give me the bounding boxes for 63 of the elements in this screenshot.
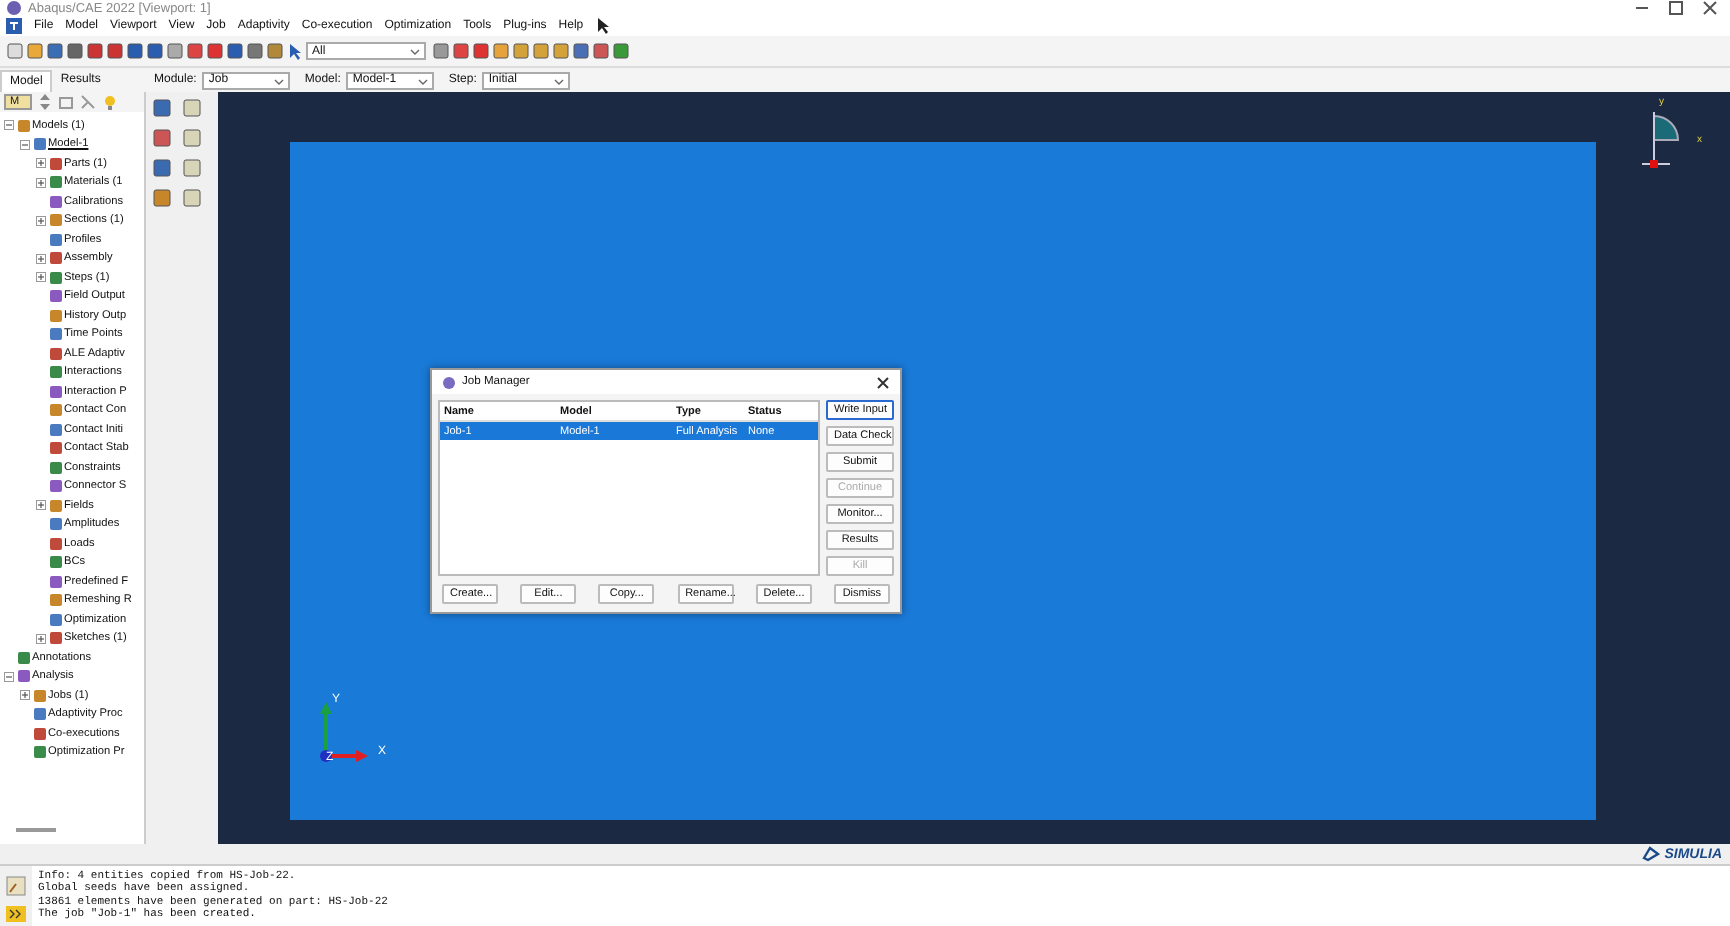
tree-node-icon (49, 556, 61, 569)
tree-node-icon (49, 214, 61, 227)
expand-toggle[interactable] (36, 158, 46, 169)
expand-toggle[interactable] (36, 253, 46, 264)
expand-toggle[interactable] (4, 120, 14, 131)
tree-node-icon (49, 366, 61, 379)
tree-node-icon (49, 594, 61, 607)
expand-toggle[interactable] (4, 671, 14, 682)
tree-node-icon (33, 727, 45, 740)
tree-node-icon (49, 442, 61, 455)
triad-drawing (318, 700, 370, 768)
tree-node-icon (49, 347, 61, 360)
tree-node-icon (49, 499, 61, 512)
command-icon[interactable] (6, 906, 26, 922)
tree-node-icon (33, 708, 45, 721)
dialog-icon (442, 375, 456, 389)
scroll-bar[interactable] (16, 828, 56, 832)
tree-node-icon (49, 632, 61, 645)
sort-icon[interactable] (38, 94, 52, 110)
tree-node-icon (49, 480, 61, 493)
expand-toggle[interactable] (36, 272, 46, 283)
message-icon[interactable] (6, 876, 26, 896)
caret-icon[interactable] (418, 77, 429, 85)
tree-node-icon (49, 518, 61, 531)
tree-node-icon (49, 537, 61, 550)
tree-node-icon (49, 176, 61, 189)
bulb-icon[interactable] (102, 94, 118, 110)
tree-node-icon (49, 157, 61, 170)
app-logo-icon (6, 0, 22, 16)
app-menu-icon[interactable] (6, 18, 22, 34)
tree-node-icon (49, 575, 61, 588)
expand-toggle[interactable] (20, 690, 30, 701)
tree-node-icon (49, 252, 61, 265)
close-icon[interactable] (876, 375, 890, 389)
tree-node-icon (49, 233, 61, 246)
expand-toggle[interactable] (36, 177, 46, 188)
tree-node-icon (49, 328, 61, 341)
caret-icon[interactable] (410, 48, 420, 56)
tree-node-icon (33, 746, 45, 759)
tree-node-icon (49, 195, 61, 208)
tree-node-icon (49, 613, 61, 626)
tree-node-icon (33, 689, 45, 702)
tree-node-icon (49, 271, 61, 284)
expand-toggle[interactable] (36, 215, 46, 226)
tree-node-icon (49, 309, 61, 322)
tree-tool-icon[interactable] (58, 94, 74, 110)
tree-node-icon (17, 119, 29, 132)
select-arrow-icon[interactable] (286, 42, 304, 60)
tree-node-icon (49, 385, 61, 398)
expand-toggle[interactable] (36, 633, 46, 644)
caret-icon[interactable] (274, 77, 285, 85)
expand-toggle[interactable] (36, 500, 46, 511)
tree-node-icon (49, 404, 61, 417)
tree-node-icon (17, 670, 29, 683)
tree-node-icon (49, 461, 61, 474)
tree-node-icon (49, 423, 61, 436)
expand-toggle[interactable] (20, 139, 30, 150)
caret-icon[interactable] (554, 77, 565, 85)
tree-node-icon (49, 290, 61, 303)
tree-node-icon (17, 651, 29, 664)
logo-mark-icon (1642, 846, 1661, 862)
tree-tool-icon[interactable] (80, 94, 96, 110)
tree-node-icon (33, 138, 45, 151)
